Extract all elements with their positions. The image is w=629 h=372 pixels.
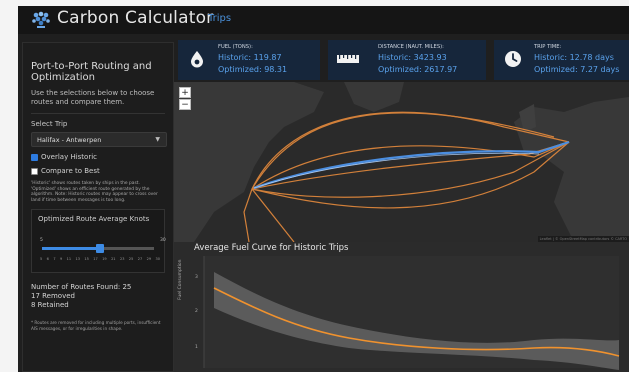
checkbox-unchecked-icon[interactable] [31, 167, 38, 175]
slider-min-label: 5 [40, 238, 43, 244]
sidebar-title: Port-to-Port Routing and Optimization [31, 61, 152, 83]
clock-icon [505, 51, 521, 67]
slider-tick-label: 29 [146, 257, 152, 262]
routes-retained-text: 8 Retained [31, 301, 69, 310]
removal-footnote: * Routes are removed for including multi… [31, 320, 161, 331]
y-axis-label: Fuel Consumption [178, 259, 183, 300]
ruler-icon [337, 55, 359, 63]
distance-card: DISTANCE (NAUT. MILES): Historic: 3423.9… [328, 40, 486, 80]
slider-tick-label: 11 [66, 257, 72, 262]
route-stats: Number of Routes Found: 25 17 Removed 8 … [31, 283, 165, 310]
slider-handle[interactable] [96, 244, 105, 254]
trip-time-historic-value: Historic: 12.78 days [534, 53, 614, 62]
y-tick-label: 1 [195, 345, 198, 350]
route-explanation-note: 'Historic' shows routes taken by ships i… [31, 181, 158, 203]
trip-select[interactable]: Halifax - Antwerpen ▼ [31, 132, 167, 147]
slider-tick-label: 5 [40, 257, 43, 262]
fuel-optimized-value: Optimized: 98.31 [218, 65, 288, 74]
fuel-chart-title: Average Fuel Curve for Historic Trips [194, 243, 349, 253]
slider-tick-label: 27 [137, 257, 143, 262]
chevron-down-icon: ▼ [155, 136, 160, 143]
slider-tick-label: 25 [128, 257, 134, 262]
top-bar: Carbon Calculator Trips [18, 6, 629, 34]
routes-found-text: Number of Routes Found: 25 [31, 283, 132, 292]
slider-tick-label: 13 [75, 257, 80, 262]
divider [31, 113, 165, 114]
slider-title: Optimized Route Average Knots [38, 215, 150, 224]
slider-tick-label: 15 [84, 257, 89, 262]
sidebar-description: Use the selections below to choose route… [31, 89, 155, 106]
y-tick-label: 2 [195, 309, 198, 314]
slider-ticks: 5 6 7 9 11 13 15 17 19 21 23 25 27 29 30 [40, 257, 160, 261]
historic-route [243, 188, 253, 242]
distance-card-title: DISTANCE (NAUT. MILES): [378, 44, 444, 50]
trip-time-card: TRIP TIME: Historic: 12.78 days Optimize… [494, 40, 629, 80]
distance-historic-value: Historic: 3423.93 [378, 53, 447, 62]
slider-tick-label: 17 [93, 257, 98, 262]
slider-max-label: 30 [160, 238, 166, 244]
sidebar-panel: Port-to-Port Routing and Optimization Us… [22, 42, 174, 372]
historic-route [251, 141, 570, 198]
slider-tick-label: 7 [53, 257, 56, 262]
slider-tick-label: 6 [46, 257, 49, 262]
distance-optimized-value: Optimized: 2617.97 [378, 65, 458, 74]
select-trip-label: Select Trip [31, 120, 68, 128]
fuel-curve-svg [203, 256, 620, 370]
trip-time-optimized-value: Optimized: 7.27 days [534, 65, 620, 74]
fuel-curve-chart: Average Fuel Curve for Historic Trips Fu… [174, 242, 629, 372]
trip-select-value: Halifax - Antwerpen [37, 136, 102, 144]
slider-tick-label: 9 [59, 257, 63, 262]
nav-link-trips[interactable]: Trips [208, 13, 231, 24]
overlay-historic-label: Overlay Historic [41, 153, 97, 161]
zoom-in-button[interactable]: + [179, 87, 191, 98]
zoom-out-button[interactable]: − [179, 99, 191, 110]
app-title: Carbon Calculator [57, 8, 214, 28]
slider-fill [42, 247, 101, 251]
fuel-drop-icon [191, 51, 203, 68]
land-greenland [344, 82, 404, 112]
land-north-america [174, 82, 324, 242]
fuel-card: FUEL (TONS): Historic: 119.87 Optimized:… [178, 40, 320, 80]
globe-logo-icon [32, 11, 50, 28]
fuel-card-title: FUEL (TONS): [218, 44, 253, 50]
map-canvas [174, 82, 629, 242]
knots-slider-box: Optimized Route Average Knots 5 30 56791… [31, 209, 166, 274]
slider-tick-label: 23 [119, 257, 125, 262]
compare-best-label: Compare to Best [41, 167, 100, 175]
optimized-route-highlight [253, 152, 540, 189]
slider-tick-label: 21 [111, 257, 116, 262]
slider-tick-label: 19 [102, 257, 107, 262]
y-tick-label: 3 [195, 275, 198, 280]
slider-tick-label: 30 [155, 257, 160, 262]
compare-best-checkbox[interactable]: Compare to Best [31, 167, 165, 175]
route-map[interactable]: + − Leaflet | © OpenStreetMap contributo… [174, 82, 629, 242]
routes-removed-text: 17 Removed [31, 292, 75, 301]
checkbox-checked-icon[interactable] [31, 153, 38, 161]
trip-time-card-title: TRIP TIME: [534, 44, 562, 50]
fuel-historic-value: Historic: 119.87 [218, 53, 282, 62]
overlay-historic-checkbox[interactable]: Overlay Historic [31, 153, 165, 161]
app-window: Carbon Calculator Trips Port-to-Port Rou… [18, 6, 629, 372]
